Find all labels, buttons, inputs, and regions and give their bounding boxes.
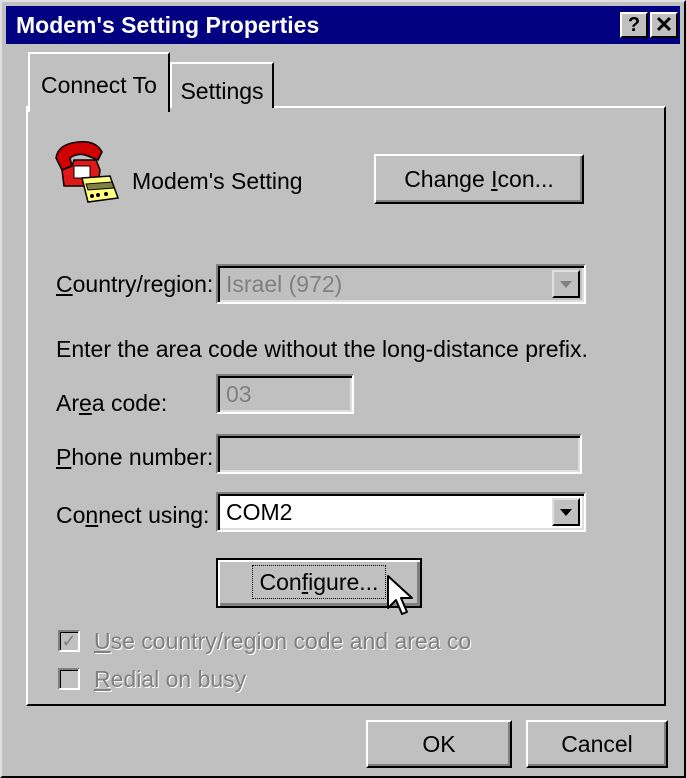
ok-button[interactable]: OK <box>366 720 512 768</box>
phone-number-mnemonic: P <box>56 444 72 470</box>
connect-to-panel: Modem's Setting Change Icon... Country/r… <box>26 106 666 706</box>
tab-settings-label: Settings <box>180 78 264 104</box>
area-code-value: 03 <box>226 381 252 407</box>
phone-number-input[interactable] <box>216 434 582 474</box>
properties-dialog: Modem's Setting Properties ? ✕ Connect T… <box>0 0 686 778</box>
redial-on-busy-checkbox[interactable] <box>58 668 80 690</box>
country-region-select[interactable]: Israel (972) <box>216 264 586 304</box>
area-code-label: Area code: <box>56 390 167 417</box>
redial-on-busy-label-rest: edial on busy <box>110 666 247 692</box>
area-code-label-start: Ar <box>56 390 79 416</box>
change-icon-label-end: con... <box>497 166 554 192</box>
cancel-button[interactable]: Cancel <box>526 720 668 768</box>
tab-connect-to-label: Connect To <box>41 72 157 98</box>
connect-using-label-end: nect using: <box>98 502 210 528</box>
title-bar[interactable]: Modem's Setting Properties ? ✕ <box>6 6 680 44</box>
chevron-down-icon[interactable] <box>552 498 580 526</box>
connect-using-label-start: Co <box>56 502 86 528</box>
modem-phone-icon <box>55 140 120 203</box>
country-region-label-rest: ountry/region: <box>72 271 214 297</box>
redial-on-busy-label: Redial on busy <box>94 666 246 693</box>
connect-using-label: Connect using: <box>56 502 209 529</box>
country-region-value: Israel (972) <box>226 271 343 297</box>
mouse-cursor-icon <box>387 575 413 615</box>
close-button[interactable]: ✕ <box>650 12 678 38</box>
country-region-mnemonic: C <box>56 271 73 297</box>
tab-connect-to[interactable]: Connect To <box>28 52 170 112</box>
area-code-instruction: Enter the area code without the long-dis… <box>56 336 588 362</box>
phone-number-label: Phone number: <box>56 444 213 471</box>
change-icon-label-start: Change <box>404 166 492 192</box>
country-region-label: Country/region: <box>56 271 213 298</box>
connection-name: Modem's Setting <box>132 168 303 194</box>
help-button[interactable]: ? <box>620 12 648 38</box>
area-code-label-end: a code: <box>91 390 168 416</box>
configure-label-end: igure... <box>308 569 379 595</box>
connect-using-value: COM2 <box>226 499 293 525</box>
phone-number-label-rest: hone number: <box>71 444 214 470</box>
use-country-code-mnemonic: U <box>94 628 111 654</box>
area-code-input[interactable]: 03 <box>216 374 354 414</box>
use-country-code-label: Use country/region code and area co <box>94 628 471 655</box>
chevron-down-icon[interactable] <box>552 270 580 298</box>
redial-on-busy-mnemonic: R <box>94 666 111 692</box>
connect-using-mnemonic: n <box>85 502 99 528</box>
window-title: Modem's Setting Properties <box>16 12 320 38</box>
connect-using-select[interactable]: COM2 <box>216 492 586 532</box>
checkmark-icon: ✓ <box>61 631 77 651</box>
change-icon-button[interactable]: Change Icon... <box>374 154 584 204</box>
use-country-code-label-rest: se country/region code and area co <box>110 628 472 654</box>
area-code-mnemonic: e <box>79 390 92 416</box>
use-country-code-checkbox[interactable]: ✓ <box>58 630 80 652</box>
configure-button-focus: Configure... <box>251 565 387 599</box>
tab-settings[interactable]: Settings <box>170 62 274 108</box>
configure-label-start: Con <box>259 569 302 595</box>
